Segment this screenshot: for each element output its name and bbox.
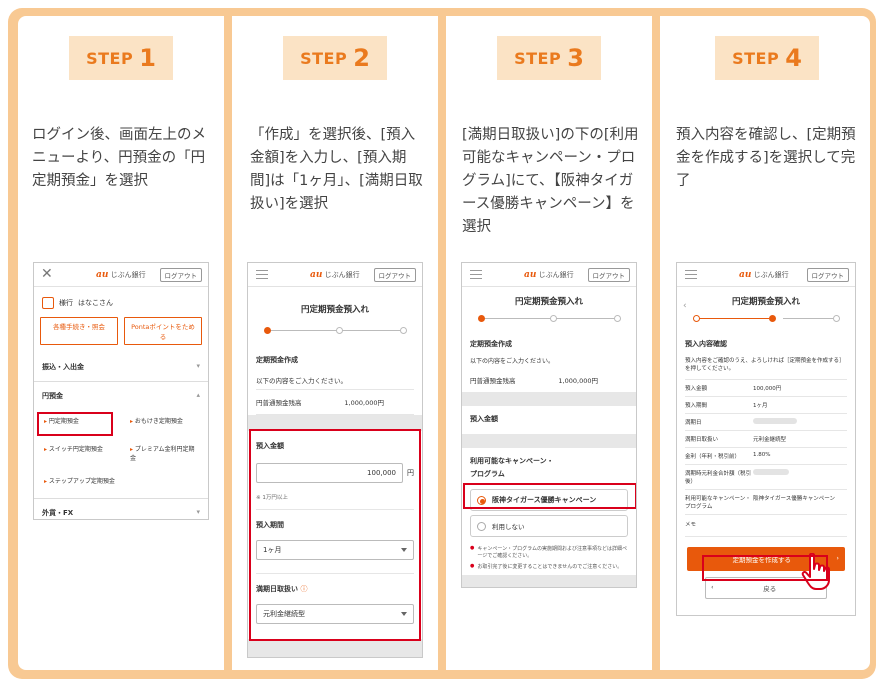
step-3-panel: STEP 3 [満期日取扱い]の下の[利用可能なキャンペーン・プログラム]にて、… (446, 16, 652, 670)
page-title: 円定期預金預入れ (731, 297, 800, 307)
step-3-description: [満期日取扱い]の下の[利用可能なキャンペーン・プログラム]にて、【阪神タイガー… (462, 127, 639, 235)
step-4-description: 預入内容を確認し、[定期預金を作成する]を選択して完了 (676, 127, 856, 189)
step-1-description: ログイン後、画面左上のメニューより、円預金の「円定期預金」を選択 (32, 127, 206, 189)
quick-buttons: 各種手続き・照会 Pontaポイントをためる (34, 313, 208, 353)
app-header: au じぶん銀行 ログアウト (248, 263, 422, 287)
page-title: 円定期預金預入れ (300, 305, 369, 315)
menu-transfer[interactable]: 振込・入出金 ▾ (34, 353, 208, 382)
campaign-section: 利用可能なキャンペーン・ プログラム 阪神タイガース優勝キャンペーン 利用しない… (470, 457, 628, 570)
campaign-option-none[interactable]: 利用しない (470, 515, 628, 537)
step-1-badge: STEP 1 (69, 36, 173, 80)
highlight-box (702, 555, 828, 581)
step-1-phone-screen: ✕ au じぶん銀行 ログアウト 様行 はなこさん 各種手続き・照会 Ponta… (33, 262, 209, 520)
chevron-left-icon[interactable]: ‹ (683, 301, 687, 311)
logout-button[interactable]: ログアウト (159, 268, 202, 282)
menu-fx[interactable]: 外貨・FX ▾ (34, 498, 208, 519)
highlight-box (37, 412, 113, 436)
user-info: 様行 はなこさん (34, 287, 208, 313)
submenu-stepup-teiki[interactable]: ▸ ステップアップ定期預金 (44, 476, 115, 485)
submenu-premium-teiki[interactable]: ▸ プレミアム金利円定期金 (130, 444, 206, 462)
app-header: ✕ au じぶん銀行 ログアウト (34, 263, 208, 287)
confirm-section: 預入内容確認 預入内容をご確認のうえ、よろしければ［定期預金を作成する］を押して… (677, 335, 855, 537)
menu-icon[interactable] (470, 270, 482, 279)
close-icon[interactable]: ✕ (41, 266, 53, 282)
procedures-button[interactable]: 各種手続き・照会 (40, 317, 118, 345)
alert-icon: ● (470, 545, 475, 551)
menu-icon[interactable] (256, 270, 268, 279)
step-2-badge: STEP 2 (283, 36, 387, 80)
step-4-panel: STEP 4 預入内容を確認し、[定期預金を作成する]を選択して完了 au じぶ… (660, 16, 870, 670)
submenu-toku-teiki[interactable]: ▸ おもけき定期預金 (130, 416, 183, 425)
form-section: 定期預金作成 以下の内容をご入力ください。 円普通預金残高 1,000,000円 (248, 349, 422, 415)
bank-logo: au じぶん銀行 (310, 270, 360, 280)
form-section: 定期預金作成 以下の内容をご入力ください。 円普通預金残高 1,000,000円 (462, 335, 636, 392)
ponta-button[interactable]: Pontaポイントをためる (124, 317, 202, 345)
step-3-badge: STEP 3 (497, 36, 601, 80)
campaign-note-1: ● キャンペーン・プログラムの実施期間および注意事項などは詳細ページでご確認くださ… (470, 545, 627, 559)
bank-logo: au じぶん銀行 (524, 270, 574, 280)
progress-steps (262, 325, 408, 339)
logout-button[interactable]: ログアウト (587, 268, 630, 282)
app-header: au じぶん銀行 ログアウト (462, 263, 636, 287)
radio-icon (477, 521, 486, 531)
logout-button[interactable]: ログアウト (373, 268, 416, 282)
step-4-phone-screen: au じぶん銀行 ログアウト ‹ 円定期預金預入れ 預入内容確認 預入内容をご確… (676, 262, 856, 616)
progress-steps (691, 313, 841, 327)
logout-button[interactable]: ログアウト (806, 268, 849, 282)
bank-logo: au じぶん銀行 (739, 270, 789, 280)
campaign-note-2: ● お取引完了後に変更することはできませんのでご注意ください。 (470, 563, 623, 570)
step-4-badge: STEP 4 (715, 36, 819, 80)
alert-icon: ● (470, 563, 475, 569)
step-1-panel: STEP 1 ログイン後、画面左上のメニューより、円預金の「円定期預金」を選択 … (18, 16, 224, 670)
page-title: 円定期預金預入れ (514, 297, 583, 307)
menu-icon[interactable] (685, 270, 697, 279)
bank-logo: au じぶん銀行 (96, 270, 146, 280)
menu-yen-deposit[interactable]: 円預金 ▴ (34, 382, 208, 410)
step-2-description: 「作成」を選択後、[預入金額]を入力し、[預入期間]は「1ヶ月」、[満期日取扱い… (250, 127, 423, 212)
submenu-switch-teiki[interactable]: ▸ スイッチ円定期預金 (44, 444, 103, 453)
app-header: au じぶん銀行 ログアウト (677, 263, 855, 287)
progress-steps (476, 313, 622, 327)
highlight-box (249, 429, 421, 641)
step-2-panel: STEP 2 「作成」を選択後、[預入金額]を入力し、[預入期間]は「1ヶ月」、… (232, 16, 438, 670)
user-avatar-icon (42, 297, 54, 309)
balance-row: 円普通預金残高 1,000,000円 (256, 390, 414, 415)
chevron-left-icon: ‹ (711, 583, 714, 591)
step-3-phone-screen: au じぶん銀行 ログアウト 円定期預金預入れ 定期預金作成 以下の内容をご入力… (461, 262, 637, 588)
step-2-phone-screen: au じぶん銀行 ログアウト 円定期預金預入れ 定期預金作成 以下の内容をご入力… (247, 262, 423, 658)
highlight-box (463, 483, 636, 509)
balance-row: 円普通預金残高 1,000,000円 (470, 377, 598, 385)
